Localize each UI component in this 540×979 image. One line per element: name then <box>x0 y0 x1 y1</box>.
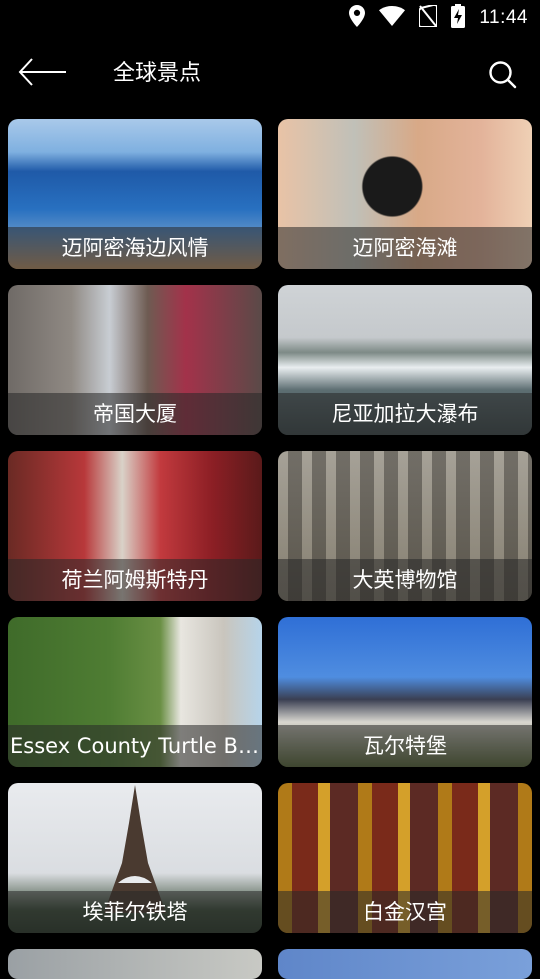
attraction-name: 尼亚加拉大瀑布 <box>331 402 479 426</box>
attraction-card[interactable]: 大英博物馆 <box>278 451 532 601</box>
attraction-image <box>8 949 262 979</box>
caption-bar: 大英博物馆 <box>278 559 532 601</box>
caption-bar: 迈阿密海边风情 <box>8 227 262 269</box>
attraction-name: 荷兰阿姆斯特丹 <box>61 568 209 592</box>
back-arrow-icon <box>18 57 68 91</box>
attraction-image <box>278 949 532 979</box>
wifi-icon <box>379 6 406 30</box>
attraction-card[interactable]: 白金汉宫 <box>278 783 532 933</box>
attraction-card[interactable]: 荷兰阿姆斯特丹 <box>8 451 262 601</box>
page-title: 全球景点 <box>113 61 202 86</box>
location-icon <box>349 5 366 31</box>
attraction-card[interactable] <box>278 949 532 979</box>
app-bar: 全球景点 <box>0 36 540 112</box>
back-button[interactable] <box>18 56 72 92</box>
attraction-name: 迈阿密海边风情 <box>61 236 209 260</box>
attraction-card[interactable] <box>8 949 262 979</box>
attraction-card[interactable]: 迈阿密海边风情 <box>8 119 262 269</box>
caption-bar: 白金汉宫 <box>278 891 532 933</box>
caption-bar: 瓦尔特堡 <box>278 725 532 767</box>
status-icons: 11:44 <box>349 4 528 32</box>
caption-bar: 尼亚加拉大瀑布 <box>278 393 532 435</box>
search-icon <box>488 61 518 94</box>
caption-bar: 荷兰阿姆斯特丹 <box>8 559 262 601</box>
attraction-name: 大英博物馆 <box>352 568 458 592</box>
status-time: 11:44 <box>479 7 528 28</box>
attraction-name: 瓦尔特堡 <box>363 734 447 758</box>
attraction-card[interactable]: Essex County Turtle Back Zoo <box>8 617 262 767</box>
attraction-card[interactable]: 迈阿密海滩 <box>278 119 532 269</box>
caption-bar: Essex County Turtle Back Zoo <box>8 725 262 767</box>
attraction-card[interactable]: 帝国大厦 <box>8 285 262 435</box>
caption-bar: 帝国大厦 <box>8 393 262 435</box>
attraction-name: 帝国大厦 <box>93 402 177 426</box>
search-button[interactable] <box>488 60 518 90</box>
status-bar: 11:44 <box>0 0 540 36</box>
caption-bar: 埃菲尔铁塔 <box>8 891 262 933</box>
attraction-name: 迈阿密海滩 <box>352 236 458 260</box>
attraction-name: 白金汉宫 <box>363 900 447 924</box>
caption-bar: 迈阿密海滩 <box>278 227 532 269</box>
attraction-card[interactable]: 尼亚加拉大瀑布 <box>278 285 532 435</box>
attraction-name: Essex County Turtle Back Zoo <box>10 734 262 758</box>
attraction-name: 埃菲尔铁塔 <box>82 900 188 924</box>
attraction-card[interactable]: 埃菲尔铁塔 <box>8 783 262 933</box>
no-sim-icon <box>418 4 439 31</box>
attraction-card[interactable]: 瓦尔特堡 <box>278 617 532 767</box>
battery-charging-icon <box>451 4 466 32</box>
